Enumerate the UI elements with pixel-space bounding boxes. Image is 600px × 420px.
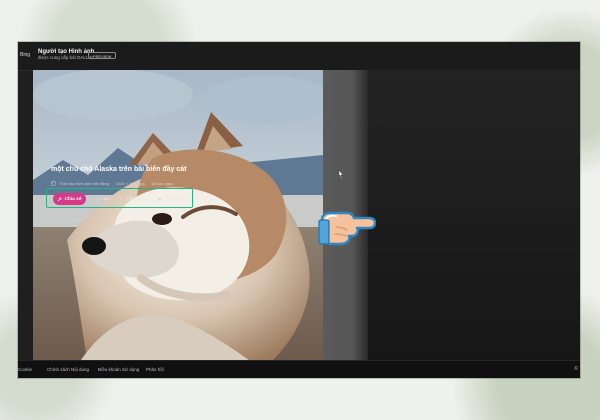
action-buttons-highlight: Chia sẻ Lưu Tải xuống Phản hồi: [46, 188, 193, 208]
save-label: Lưu: [101, 196, 110, 202]
copyright-symbol: ©: [574, 366, 578, 372]
download-label: Tải xuống: [125, 196, 148, 202]
image-created-time: Đã tạo ngay: [151, 180, 174, 186]
share-button[interactable]: Chia sẻ: [53, 193, 86, 205]
share-label: Chia sẻ: [64, 196, 82, 202]
feedback-button[interactable]: Phản hồi: [153, 193, 187, 205]
download-button[interactable]: Tải xuống: [116, 193, 150, 205]
ai-generated-note: Được tạo bằng AI: [51, 217, 83, 222]
result-title: một chú chó Alaska trên bãi biển đầy cát: [51, 166, 187, 173]
feedback-label: Phản hồi: [164, 196, 183, 202]
feedback-icon: [157, 197, 162, 201]
meta-separator: |: [147, 180, 149, 186]
footer-link-cookie[interactable]: Cookie: [18, 367, 32, 372]
footer-link-content-policy[interactable]: Chính sách Nội dung: [47, 367, 89, 372]
bing-image-creator-window: Bing Người tạo Hình ảnh được cung cấp bở…: [18, 42, 580, 378]
pointing-hand-icon: [318, 205, 377, 247]
image-meta-row: Trình tạo hình ảnh trên Bing | 1024 × 10…: [51, 179, 173, 187]
dog-image-illustration: [33, 70, 323, 360]
footer-bar: Cookie Chính sách Nội dung Điều khoản Sử…: [18, 360, 580, 378]
bing-brand[interactable]: Bing: [20, 52, 30, 58]
save-icon: [94, 197, 99, 201]
meta-separator: |: [111, 180, 113, 186]
preview-badge: PREVIEW: [88, 52, 117, 59]
footer-link-feedback[interactable]: Phản hồi: [146, 367, 164, 372]
footer-link-terms[interactable]: Điều khoản Sử dụng: [98, 367, 139, 372]
app-subtitle: được cung cấp bởi DALL·E: [38, 54, 93, 60]
screenshot-frame: Bing Người tạo Hình ảnh được cung cấp bở…: [0, 0, 600, 420]
mouse-cursor-icon: [338, 170, 344, 180]
image-source-icon: [51, 180, 56, 186]
details-pane: [368, 70, 580, 360]
share-icon: [58, 197, 62, 201]
header-titles: Người tạo Hình ảnh được cung cấp bởi DAL…: [38, 49, 94, 61]
top-bar: Bing Người tạo Hình ảnh được cung cấp bở…: [18, 42, 580, 71]
image-resolution-text: 1024 × 1024 jpg: [115, 180, 145, 186]
save-button[interactable]: Lưu: [91, 193, 113, 205]
generated-image[interactable]: [33, 70, 323, 360]
download-icon: [119, 197, 124, 201]
image-source-text: Trình tạo hình ảnh trên Bing: [59, 180, 109, 186]
